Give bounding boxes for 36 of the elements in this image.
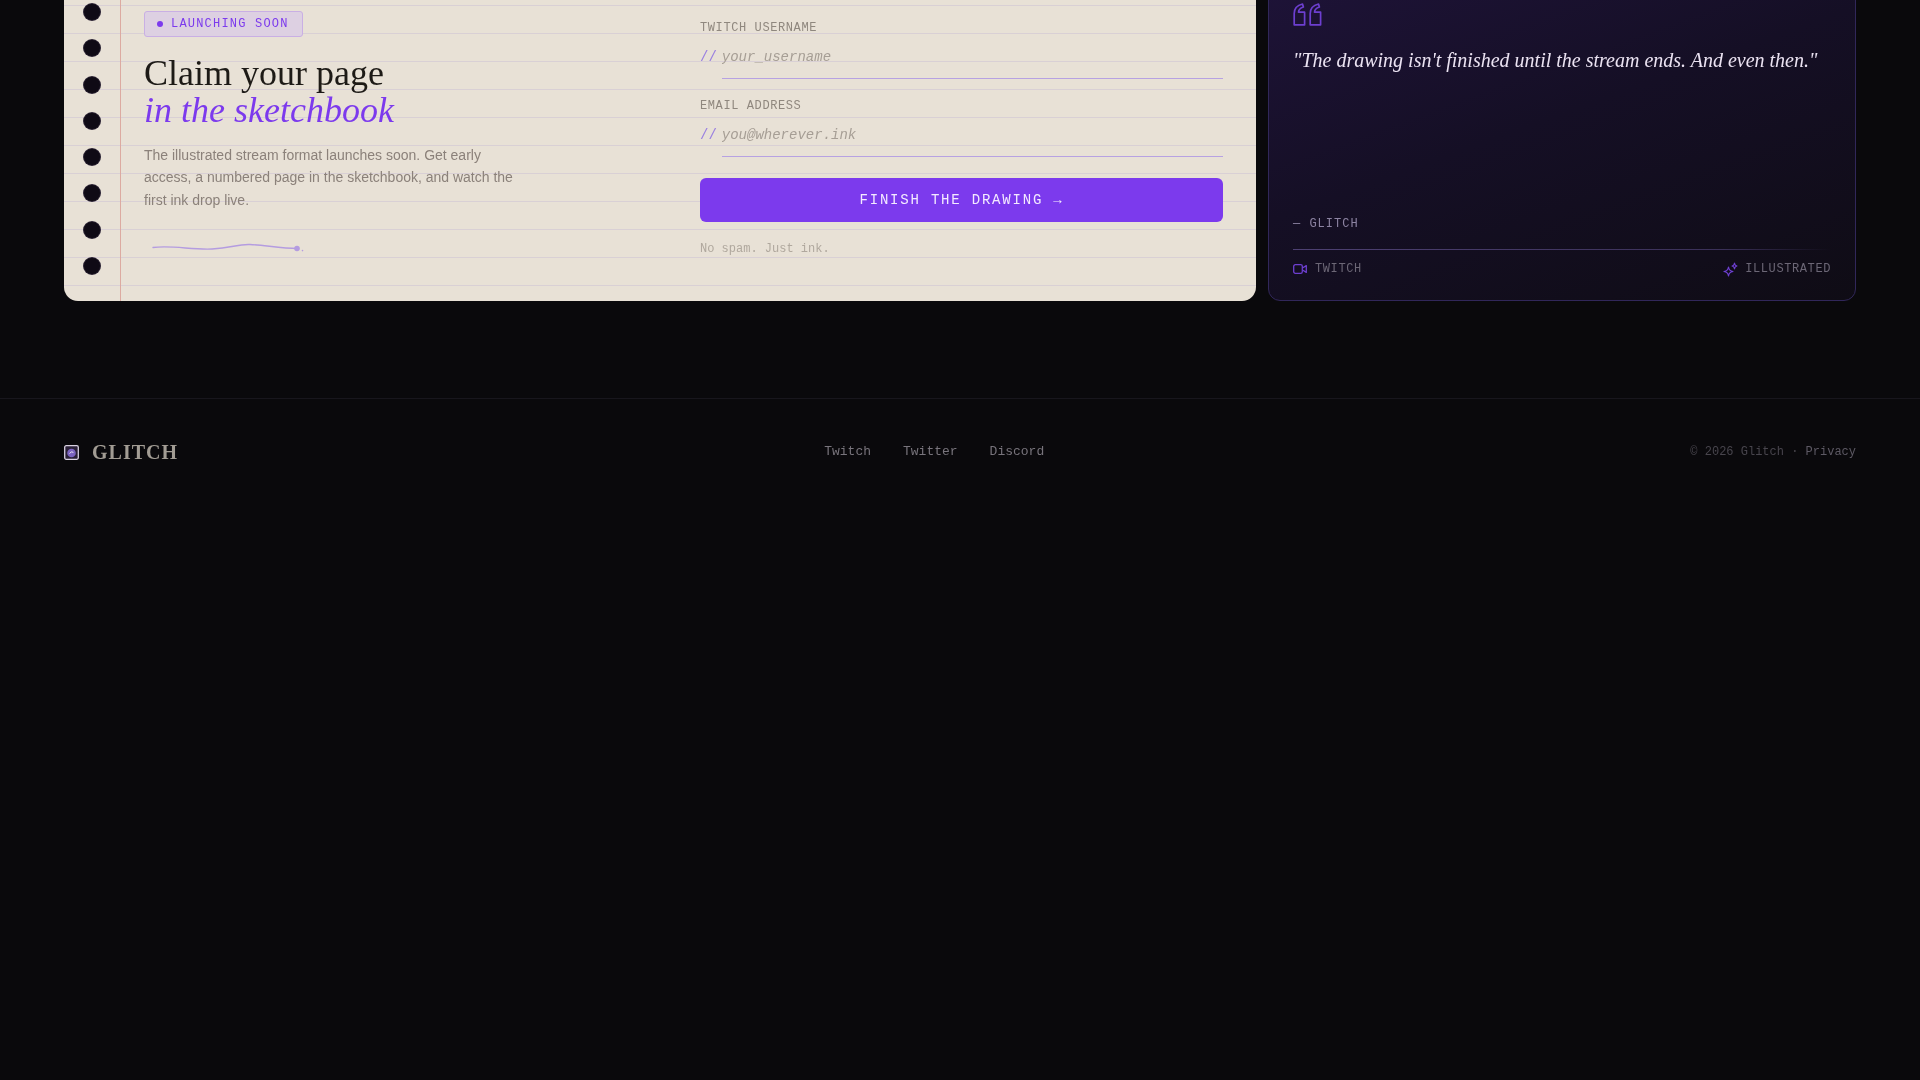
footer-link[interactable]: Twitch [824, 443, 871, 461]
dot-icon [157, 21, 163, 27]
quote-text: "The drawing isn't finished until the stream ends. And even then." [1293, 47, 1819, 74]
punch-hole-icon [84, 257, 100, 274]
punch-hole-icon [84, 40, 100, 57]
punch-hole-icon [84, 149, 100, 165]
video-camera-icon [1293, 264, 1307, 274]
field-label: EMAIL ADDRESS [700, 98, 803, 114]
punch-hole-icon [84, 185, 100, 202]
punch-hole-icon [84, 112, 100, 129]
sparkles-icon [1723, 261, 1739, 277]
field-label: TWITCH USERNAME [700, 20, 819, 36]
comment-prefix: // [700, 48, 717, 67]
badge-label: LAUNCHING SOON [171, 17, 289, 31]
privacy-link[interactable]: Privacy [1805, 445, 1856, 459]
punch-hole-icon [84, 76, 100, 93]
comment-prefix: // [700, 126, 717, 145]
heading-accent-text: in the sketchbook [144, 92, 394, 129]
copyright-text: © 2026 Glitch · [1690, 445, 1799, 459]
punch-hole-icon [84, 221, 100, 238]
quote-icon [1293, 3, 1323, 26]
heading-text: Claim your page [144, 55, 385, 92]
form-note: No spam. Just ink. [700, 241, 831, 257]
input-field[interactable]: your_username [721, 42, 1223, 79]
submit-button[interactable]: FINISH THE DRAWING → [700, 178, 1223, 222]
input-field[interactable]: you@wherever.ink [721, 120, 1223, 157]
squiggle-icon [152, 243, 304, 253]
tag-label: TWITCH [1315, 261, 1362, 277]
description-text: The illustrated stream format launches soon. Get early access, a numbered page in the sketchbook, and watch the first ink drop live. [144, 146, 514, 210]
quote-attribution: — GLITCH [1293, 216, 1360, 232]
logo-icon [64, 444, 79, 460]
tag-label: ILLUSTRATED [1745, 261, 1831, 277]
brand-name: GLITCH [92, 440, 179, 465]
footer-link[interactable]: Twitter [903, 443, 958, 461]
punch-hole-icon [84, 4, 100, 20]
footer-link[interactable]: Discord [989, 443, 1045, 461]
